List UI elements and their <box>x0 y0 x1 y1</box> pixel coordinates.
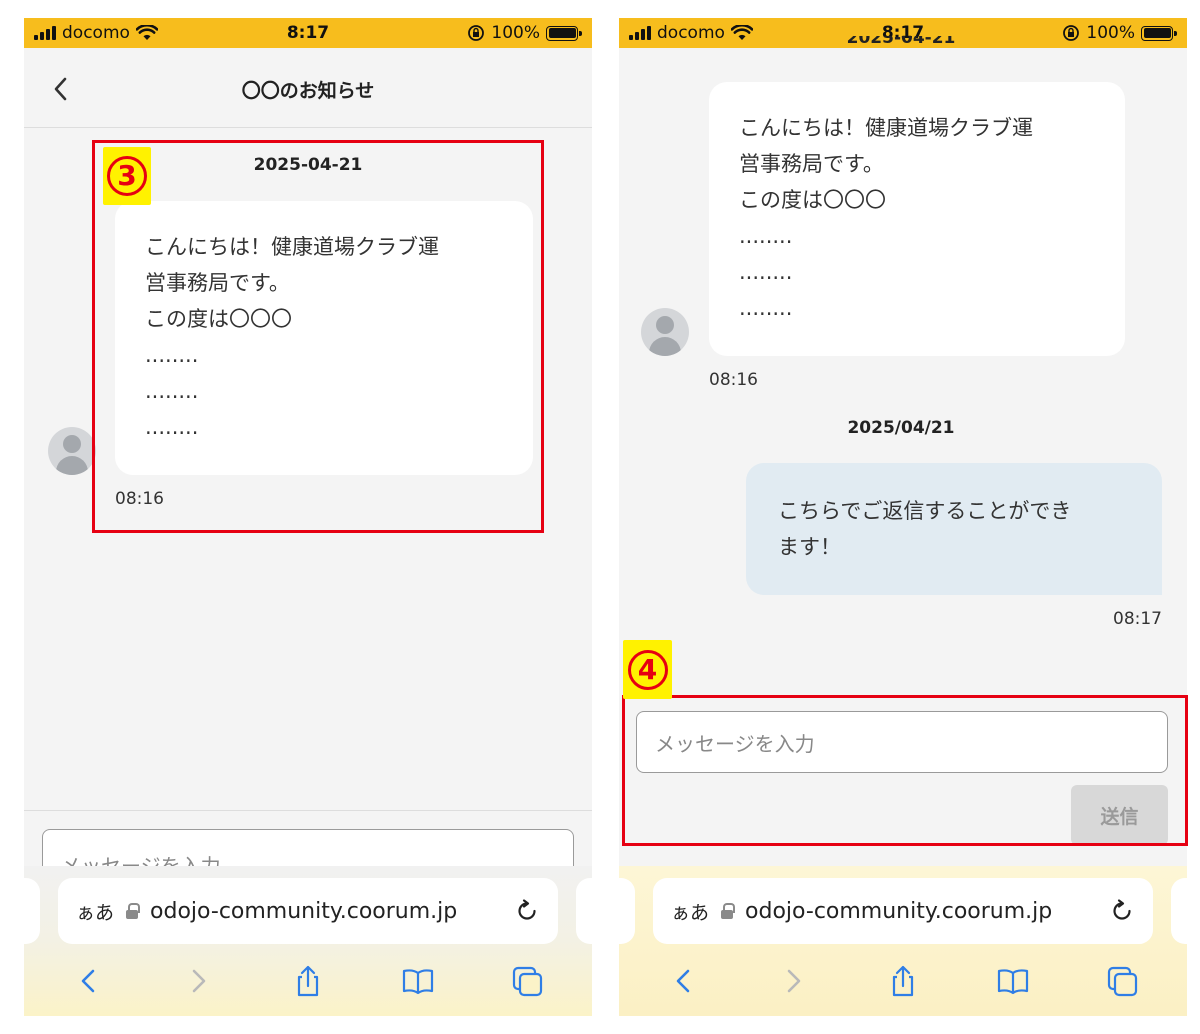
outgoing-message-bubble: こちらでご返信することができ ます！ <box>746 463 1162 595</box>
url-text[interactable]: odojo-community.coorum.jp <box>150 899 502 924</box>
nav-back-icon[interactable] <box>667 964 701 998</box>
orientation-lock-icon <box>1063 25 1080 41</box>
browser-toolbar <box>24 954 592 1008</box>
reader-settings-button[interactable]: ぁあ <box>671 898 709 925</box>
incoming-message-bubble: こんにちは！健康道場クラブ運 営事務局です。 この度は〇〇〇 ........ … <box>709 82 1125 356</box>
step-3-badge: 3 <box>103 147 151 205</box>
wifi-icon <box>730 25 753 40</box>
nav-forward-icon[interactable] <box>181 964 215 998</box>
right-phone-screen: docomo 8:17 100% 2025-04-21 こんにちは！健康道場クラ… <box>619 18 1187 1016</box>
bookmarks-icon[interactable] <box>996 964 1030 998</box>
url-bar-previous-tab[interactable] <box>24 878 40 944</box>
bookmarks-icon[interactable] <box>401 964 435 998</box>
avatar-icon <box>641 308 689 356</box>
page-title: 〇〇のお知らせ <box>241 80 375 102</box>
url-text[interactable]: odojo-community.coorum.jp <box>745 899 1097 924</box>
step-4-badge: 4 <box>623 640 672 699</box>
url-bar-next-tab[interactable] <box>1171 878 1187 944</box>
outgoing-message-date: 2025/04/21 <box>847 418 955 438</box>
tabs-icon[interactable] <box>510 964 544 998</box>
browser-toolbar <box>619 954 1187 1008</box>
url-bar-previous-tab[interactable] <box>619 878 635 944</box>
share-icon[interactable] <box>291 964 325 998</box>
browser-bar: ぁあ odojo-community.coorum.jp <box>619 866 1187 1016</box>
orientation-lock-icon <box>468 25 485 41</box>
carrier-label: docomo <box>62 23 130 43</box>
step-3-highlight-box <box>92 140 544 533</box>
battery-icon <box>546 25 582 41</box>
lock-icon <box>721 903 736 919</box>
carrier-label: docomo <box>657 23 725 43</box>
battery-icon <box>1141 25 1177 41</box>
outgoing-message-time: 08:17 <box>1113 609 1162 629</box>
signal-icon <box>629 26 651 40</box>
nav-back-icon[interactable] <box>72 964 106 998</box>
partial-date-label: 2025-04-21 <box>846 36 956 48</box>
reload-icon[interactable] <box>514 898 540 924</box>
page-header: 〇〇のお知らせ <box>24 48 592 128</box>
url-bar-next-tab[interactable] <box>576 878 592 944</box>
reader-settings-button[interactable]: ぁあ <box>76 898 114 925</box>
nav-forward-icon[interactable] <box>776 964 810 998</box>
avatar-icon <box>48 427 96 475</box>
signal-icon <box>34 26 56 40</box>
message-input-area: メッセージを入力 <box>24 810 592 889</box>
lock-icon <box>126 903 141 919</box>
address-bar[interactable]: ぁあ odojo-community.coorum.jp <box>653 878 1153 944</box>
browser-bar: ぁあ odojo-community.coorum.jp <box>24 866 592 1016</box>
incoming-message-time: 08:16 <box>709 370 758 390</box>
wifi-icon <box>135 25 158 40</box>
battery-percent: 100% <box>491 23 540 43</box>
share-icon[interactable] <box>886 964 920 998</box>
step-4-highlight-box <box>622 695 1188 846</box>
status-bar: docomo 8:17 100% <box>24 18 592 48</box>
address-bar[interactable]: ぁあ odojo-community.coorum.jp <box>58 878 558 944</box>
battery-percent: 100% <box>1086 23 1135 43</box>
reload-icon[interactable] <box>1109 898 1135 924</box>
tabs-icon[interactable] <box>1105 964 1139 998</box>
